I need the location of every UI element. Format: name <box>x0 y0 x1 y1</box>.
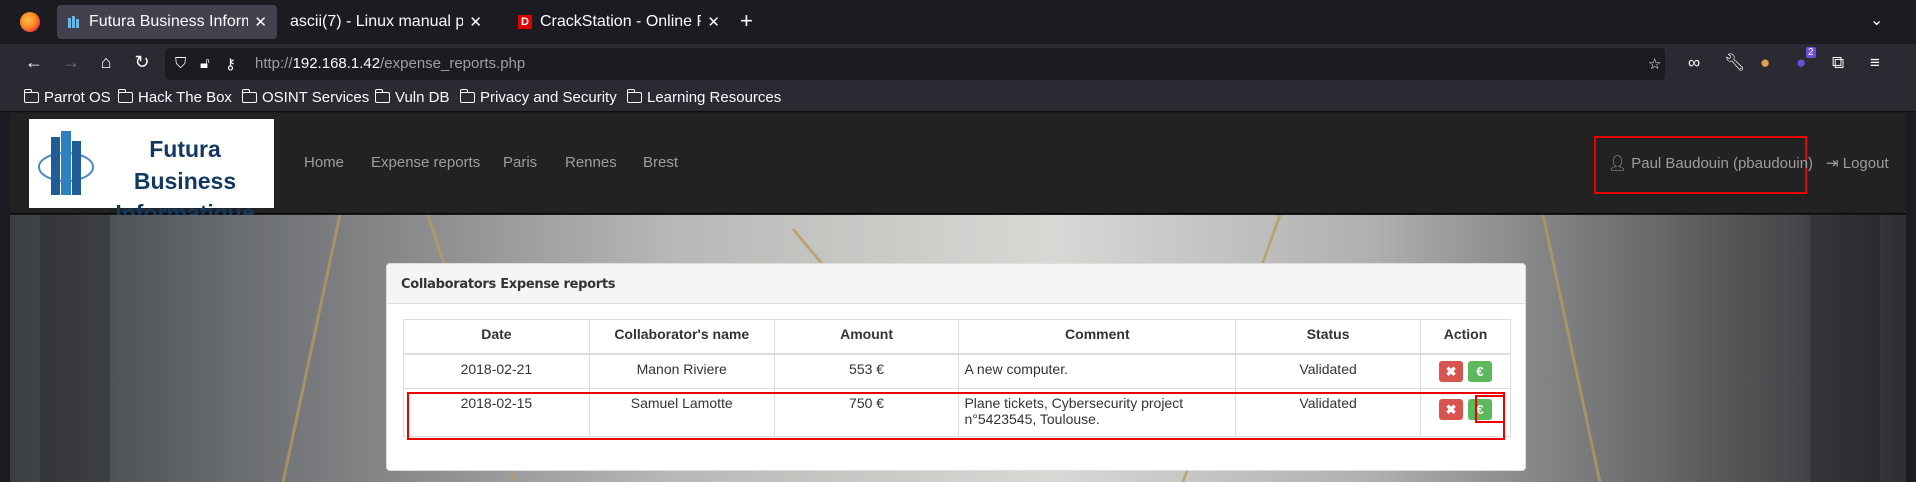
forward-icon[interactable]: → <box>59 52 83 73</box>
cell-date: 2018-02-21 <box>403 353 590 389</box>
app-menu-icon[interactable]: ≡ <box>1870 53 1880 73</box>
folder-icon <box>241 89 257 103</box>
reload-icon[interactable]: ↻ <box>130 52 154 73</box>
extensions-puzzle-icon[interactable]: ⧉ <box>1832 53 1844 73</box>
extension-cookie-icon[interactable]: ● <box>1760 53 1770 73</box>
url-text[interactable]: http://192.168.1.42/expense_reports.php <box>255 55 525 72</box>
bookmark-folder-parrot-os[interactable]: Parrot OS <box>23 89 111 106</box>
expense-reports-panel: Collaborators Expense reports Date Colla… <box>386 263 1526 471</box>
extension-shield-icon[interactable]: ● 2 <box>1796 47 1816 73</box>
futura-favicon-icon <box>67 15 81 29</box>
tab-crackstation[interactable]: D CrackStation - Online Pas ✕ <box>508 5 730 39</box>
extension-badge: 2 <box>1806 47 1816 58</box>
site-navbar: Futura Business Informatique Home Expens… <box>10 113 1906 226</box>
key-icon[interactable]: ⚷ <box>225 55 236 73</box>
tab-close-icon[interactable]: ✕ <box>254 13 267 31</box>
bookmarks-toolbar: Parrot OS Hack The Box OSINT Services Vu… <box>0 84 1916 112</box>
panel-heading: Collaborators Expense reports <box>387 264 1525 304</box>
column-header: Comment <box>958 319 1237 355</box>
folder-icon <box>626 89 642 103</box>
cell-comment: A new computer. <box>958 353 1237 389</box>
back-icon[interactable]: ← <box>22 52 46 73</box>
bookmark-folder-osint[interactable]: OSINT Services <box>241 89 369 106</box>
table-row: 2018-02-21 Manon Riviere 553 € A new com… <box>403 353 1511 389</box>
nav-paris[interactable]: Paris <box>503 154 537 171</box>
crackstation-favicon-icon: D <box>518 15 532 29</box>
insecure-lock-icon[interactable]: 🔓︎ <box>200 55 210 72</box>
highlight-box-pay-button <box>1475 395 1505 423</box>
column-header: Collaborator's name <box>588 319 775 355</box>
tab-close-icon[interactable]: ✕ <box>707 13 720 31</box>
nav-expense-reports[interactable]: Expense reports <box>371 154 480 171</box>
web-page: Futura Business Informatique Home Expens… <box>10 113 1906 482</box>
nav-brest[interactable]: Brest <box>643 154 678 171</box>
tab-futura[interactable]: Futura Business Informat ✕ <box>57 5 277 39</box>
navigation-toolbar: ← → ⌂ ↻ ⛉ 🔓︎ ⚷ http://192.168.1.42/expen… <box>0 44 1916 84</box>
bookmark-star-icon[interactable]: ☆ <box>1648 55 1661 73</box>
home-icon[interactable]: ⌂ <box>94 52 118 73</box>
cell-status: Validated <box>1235 353 1421 389</box>
tab-title: Futura Business Informat <box>89 13 249 30</box>
highlight-box-row <box>407 392 1505 440</box>
tab-title: CrackStation - Online Pas <box>540 13 701 30</box>
bookmark-folder-vuln-db[interactable]: Vuln DB <box>374 89 449 106</box>
folder-icon <box>117 89 133 103</box>
browser-tab-bar: Futura Business Informat ✕ ascii(7) - Li… <box>0 0 1916 44</box>
building-logo-icon <box>38 131 94 195</box>
url-bar[interactable]: ⛉ 🔓︎ ⚷ http://192.168.1.42/expense_repor… <box>165 48 1665 80</box>
wrench-icon[interactable]: 🔧︎ <box>1724 53 1746 73</box>
pay-button[interactable]: € <box>1467 360 1492 382</box>
user-icon: 👤︎ <box>1608 155 1632 172</box>
column-header: Status <box>1235 319 1421 355</box>
new-tab-icon[interactable]: + <box>740 8 753 34</box>
folder-icon <box>459 89 475 103</box>
logout-icon: ⇥ <box>1826 155 1843 172</box>
bookmark-folder-learning[interactable]: Learning Resources <box>626 89 781 106</box>
firefox-logo-icon[interactable] <box>20 12 40 32</box>
private-mask-icon[interactable]: ∞ <box>1688 53 1700 73</box>
folder-icon <box>23 89 39 103</box>
cell-action: ✖ € <box>1420 353 1511 389</box>
column-header: Amount <box>773 319 960 355</box>
current-user-link[interactable]: 👤︎ Paul Baudouin (pbaudouin) <box>1608 154 1813 172</box>
bookmark-folder-privacy[interactable]: Privacy and Security <box>459 89 617 106</box>
column-header: Date <box>403 319 590 355</box>
list-all-tabs-icon[interactable]: ⌄ <box>1870 10 1883 30</box>
tab-close-icon[interactable]: ✕ <box>469 13 482 31</box>
nav-home[interactable]: Home <box>304 154 344 171</box>
panel-title: Collaborators Expense reports <box>401 277 616 292</box>
tab-title: ascii(7) - Linux manual page <box>290 13 464 30</box>
company-logo[interactable]: Futura Business Informatique <box>29 119 274 226</box>
nav-rennes[interactable]: Rennes <box>565 154 617 171</box>
cell-amount: 553 € <box>773 353 960 389</box>
cell-name: Manon Riviere <box>588 353 775 389</box>
shield-icon[interactable]: ⛉ <box>175 55 186 72</box>
tab-ascii[interactable]: ascii(7) - Linux manual page ✕ <box>280 5 492 39</box>
logout-link[interactable]: ⇥ Logout <box>1826 154 1889 172</box>
folder-icon <box>374 89 390 103</box>
delete-button[interactable]: ✖ <box>1439 360 1464 382</box>
bookmark-folder-hack-the-box[interactable]: Hack The Box <box>117 89 232 106</box>
column-header: Action <box>1420 319 1511 355</box>
